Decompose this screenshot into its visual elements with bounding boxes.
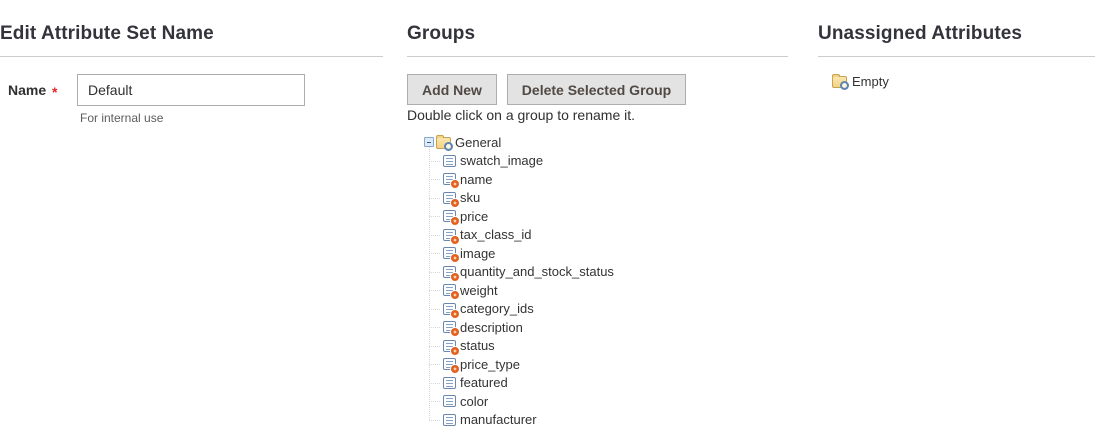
attribute-tree-item[interactable]: weight bbox=[407, 281, 775, 300]
attribute-icon bbox=[443, 229, 456, 241]
tree-rows: General swatch_image name sku price tax_… bbox=[407, 133, 775, 429]
attribute-icon bbox=[443, 155, 456, 167]
attribute-label: sku bbox=[460, 190, 480, 205]
groups-title: Groups bbox=[407, 23, 475, 45]
attribute-tree-item[interactable]: image bbox=[407, 244, 775, 263]
group-folder-icon bbox=[832, 76, 847, 88]
attribute-set-name-input[interactable] bbox=[77, 74, 305, 106]
attribute-icon bbox=[443, 284, 456, 296]
attribute-tree-item[interactable]: swatch_image bbox=[407, 152, 775, 171]
delete-selected-group-button[interactable]: Delete Selected Group bbox=[507, 74, 686, 105]
attribute-label: image bbox=[460, 246, 495, 261]
attribute-label: status bbox=[460, 338, 495, 353]
attribute-label: featured bbox=[460, 375, 508, 390]
divider bbox=[818, 56, 1095, 57]
name-field-note: For internal use bbox=[80, 111, 163, 125]
attribute-label: quantity_and_stock_status bbox=[460, 264, 614, 279]
name-field-label: Name bbox=[8, 82, 46, 98]
attribute-label: weight bbox=[460, 283, 498, 298]
divider bbox=[407, 56, 788, 57]
group-folder-icon bbox=[436, 137, 451, 149]
attribute-icon bbox=[443, 321, 456, 333]
unassigned-attributes-title: Unassigned Attributes bbox=[818, 23, 1022, 45]
attribute-icon bbox=[443, 192, 456, 204]
attribute-label: manufacturer bbox=[460, 412, 537, 427]
empty-label: Empty bbox=[852, 74, 889, 89]
attribute-label: category_ids bbox=[460, 301, 534, 316]
attribute-tree-item[interactable]: tax_class_id bbox=[407, 226, 775, 245]
add-new-group-button[interactable]: Add New bbox=[407, 74, 497, 105]
groups-tree: General swatch_image name sku price tax_… bbox=[407, 130, 790, 429]
attribute-tree-item[interactable]: featured bbox=[407, 374, 775, 393]
attribute-label: description bbox=[460, 320, 523, 335]
attribute-tree-item[interactable]: name bbox=[407, 170, 775, 189]
attribute-label: price_type bbox=[460, 357, 520, 372]
attribute-icon bbox=[443, 414, 456, 426]
attribute-label: price bbox=[460, 209, 488, 224]
attribute-tree-item[interactable]: status bbox=[407, 337, 775, 356]
attribute-tree-item[interactable]: description bbox=[407, 318, 775, 337]
attribute-tree-item[interactable]: category_ids bbox=[407, 300, 775, 319]
attribute-tree-item[interactable]: price bbox=[407, 207, 775, 226]
attribute-icon bbox=[443, 358, 456, 370]
attribute-icon bbox=[443, 247, 456, 259]
edit-attribute-set-page: Edit Attribute Set Name Name * For inter… bbox=[0, 0, 1095, 429]
attribute-icon bbox=[443, 377, 456, 389]
attribute-icon bbox=[443, 395, 456, 407]
attribute-label: tax_class_id bbox=[460, 227, 532, 242]
attribute-label: color bbox=[460, 394, 488, 409]
attribute-label: name bbox=[460, 172, 493, 187]
divider bbox=[0, 56, 383, 57]
attribute-icon bbox=[443, 266, 456, 278]
attribute-tree-item[interactable]: quantity_and_stock_status bbox=[407, 263, 775, 282]
attribute-tree-item[interactable]: price_type bbox=[407, 355, 775, 374]
attribute-tree-item[interactable]: sku bbox=[407, 189, 775, 208]
attribute-icon bbox=[443, 173, 456, 185]
attribute-icon bbox=[443, 303, 456, 315]
attribute-icon bbox=[443, 340, 456, 352]
attribute-tree-item[interactable]: manufacturer bbox=[407, 411, 775, 429]
attribute-label: swatch_image bbox=[460, 153, 543, 168]
edit-attribute-set-title: Edit Attribute Set Name bbox=[0, 23, 214, 45]
group-label: General bbox=[455, 135, 501, 150]
required-asterisk: * bbox=[52, 84, 57, 100]
attribute-icon bbox=[443, 210, 456, 222]
unassigned-empty-item: Empty bbox=[832, 74, 889, 89]
collapse-minus-icon[interactable] bbox=[424, 137, 434, 147]
tree-group-general[interactable]: General bbox=[407, 133, 775, 152]
attribute-tree-item[interactable]: color bbox=[407, 392, 775, 411]
groups-hint-text: Double click on a group to rename it. bbox=[407, 107, 635, 123]
